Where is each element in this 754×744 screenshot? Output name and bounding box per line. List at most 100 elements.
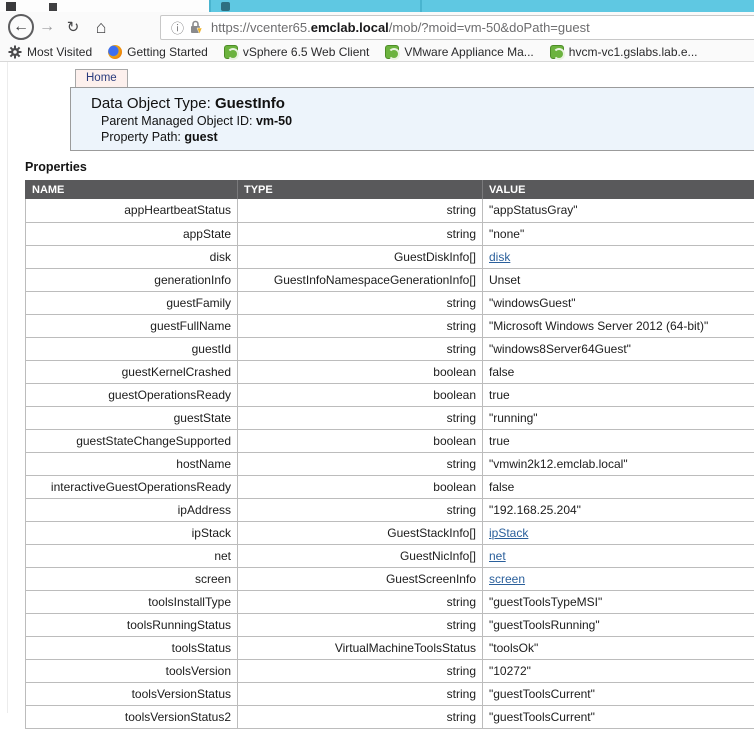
url-domain: emclab.local [310, 20, 389, 35]
property-type: string [237, 337, 483, 361]
bookmark-item[interactable]: Getting Started [108, 44, 208, 59]
property-value: false [482, 360, 754, 384]
property-value: "10272" [482, 659, 754, 683]
page-info-icon[interactable]: ⓘ [171, 18, 184, 37]
bookmark-label: vSphere 6.5 Web Client [242, 44, 370, 59]
table-row: toolsVersion string "10272" [25, 659, 754, 683]
vmware-icon [385, 44, 401, 60]
property-name: hostName [25, 452, 238, 476]
mob-page: Home Data Object Type: GuestInfo Parent … [0, 62, 754, 729]
property-name: disk [25, 245, 238, 269]
property-value-link[interactable]: ipStack [489, 526, 528, 540]
property-type: string [237, 199, 483, 223]
property-type: string [237, 498, 483, 522]
home-button[interactable]: ⌂ [86, 18, 116, 36]
property-name: toolsRunningStatus [25, 613, 238, 637]
property-type: string [237, 291, 483, 315]
navigation-toolbar: ← → ↻ ⌂ ⓘ https://vcenter65.emclab.local… [0, 12, 754, 42]
table-row: net GuestNicInfo[] net [25, 544, 754, 568]
property-type: string [237, 406, 483, 430]
url-text[interactable]: https://vcenter65.emclab.local/mob/?moid… [211, 20, 590, 35]
bookmark-item[interactable]: Most Visited [8, 45, 92, 59]
property-type: string [237, 613, 483, 637]
property-name: guestFullName [25, 314, 238, 338]
table-row: appHeartbeatStatus string "appStatusGray" [25, 199, 754, 223]
tab-home[interactable]: Home [75, 69, 128, 87]
property-name: toolsStatus [25, 636, 238, 660]
vmware-icon [223, 44, 239, 60]
property-name: toolsVersionStatus2 [25, 705, 238, 729]
properties-table: NAME TYPE VALUE appHeartbeatStatus string "a… [25, 180, 754, 729]
property-name: guestKernelCrashed [25, 360, 238, 384]
bookmark-item[interactable]: vSphere 6.5 Web Client [223, 44, 370, 60]
property-value: "none" [482, 222, 754, 246]
table-row: guestId string "windows8Server64Guest" [25, 337, 754, 361]
property-value-link[interactable]: net [489, 549, 506, 563]
property-value: "guestToolsTypeMSI" [482, 590, 754, 614]
property-type: string [237, 659, 483, 683]
table-row: disk GuestDiskInfo[] disk [25, 245, 754, 269]
parent-managed-object-id-value: vm-50 [255, 114, 293, 128]
property-name: toolsVersion [25, 659, 238, 683]
property-value: "vmwin2k12.emclab.local" [482, 452, 754, 476]
property-name: ipAddress [25, 498, 238, 522]
table-row: hostName string "vmwin2k12.emclab.local" [25, 452, 754, 476]
property-name: guestStateChangeSupported [25, 429, 238, 453]
property-type: GuestScreenInfo [237, 567, 483, 591]
property-value: Unset [482, 268, 754, 292]
property-type: string [237, 705, 483, 729]
url-suffix: /mob/?moid=vm-50&doPath=guest [388, 20, 590, 35]
bookmark-label: Most Visited [27, 44, 93, 59]
property-value: "guestToolsRunning" [482, 613, 754, 637]
property-name: toolsInstallType [25, 590, 238, 614]
table-row: guestFullName string "Microsoft Windows Se… [25, 314, 754, 338]
table-row: appState string "none" [25, 222, 754, 246]
property-type: boolean [237, 383, 483, 407]
property-type: string [237, 222, 483, 246]
column-header-name: NAME [25, 180, 238, 199]
property-value: "guestToolsCurrent" [482, 682, 754, 706]
property-type: string [237, 314, 483, 338]
tab-title-fragment [49, 3, 57, 11]
table-row: guestFamily string "windowsGuest" [25, 291, 754, 315]
back-button[interactable]: ← [8, 14, 34, 40]
object-header-panel: Data Object Type: GuestInfo Parent Manag… [70, 87, 754, 151]
tab-edge [209, 0, 211, 12]
reload-button[interactable]: ↻ [60, 20, 86, 35]
forward-button[interactable]: → [34, 19, 60, 35]
background-tab-favicon[interactable] [221, 2, 230, 11]
property-value: disk [482, 245, 754, 269]
bookmark-item[interactable]: hvcm-vc1.gslabs.lab.e... [549, 44, 698, 60]
gear-icon [8, 45, 22, 59]
active-browser-tab[interactable] [0, 0, 211, 12]
property-type: string [237, 682, 483, 706]
vmware-icon [549, 44, 565, 60]
insecure-lock-icon[interactable] [189, 20, 203, 35]
property-name: toolsVersionStatus [25, 682, 238, 706]
property-value-link[interactable]: disk [489, 250, 510, 264]
property-value: net [482, 544, 754, 568]
property-value: "windowsGuest" [482, 291, 754, 315]
property-path: Property Path: guest [101, 130, 218, 144]
bookmark-item[interactable]: VMware Appliance Ma... [385, 44, 534, 60]
url-bar[interactable]: ⓘ https://vcenter65.emclab.local/mob/?mo… [160, 15, 754, 40]
table-row: toolsVersionStatus2 string "guestToolsCurr… [25, 705, 754, 729]
table-row: guestStateChangeSupported boolean true [25, 429, 754, 453]
property-name: net [25, 544, 238, 568]
table-row: ipStack GuestStackInfo[] ipStack [25, 521, 754, 545]
property-value: true [482, 383, 754, 407]
property-name: guestState [25, 406, 238, 430]
property-name: screen [25, 567, 238, 591]
property-type: boolean [237, 475, 483, 499]
property-name: ipStack [25, 521, 238, 545]
firefox-icon [108, 44, 123, 59]
property-value: "running" [482, 406, 754, 430]
properties-section-title: Properties [25, 160, 87, 174]
bookmark-label: Getting Started [127, 44, 208, 59]
property-type: GuestNicInfo[] [237, 544, 483, 568]
table-row: toolsVersionStatus string "guestToolsCurre… [25, 682, 754, 706]
table-header-row: NAME TYPE VALUE [25, 180, 754, 199]
property-type: string [237, 452, 483, 476]
property-value-link[interactable]: screen [489, 572, 525, 586]
table-row: generationInfo GuestInfoNamespaceGenerati… [25, 268, 754, 292]
